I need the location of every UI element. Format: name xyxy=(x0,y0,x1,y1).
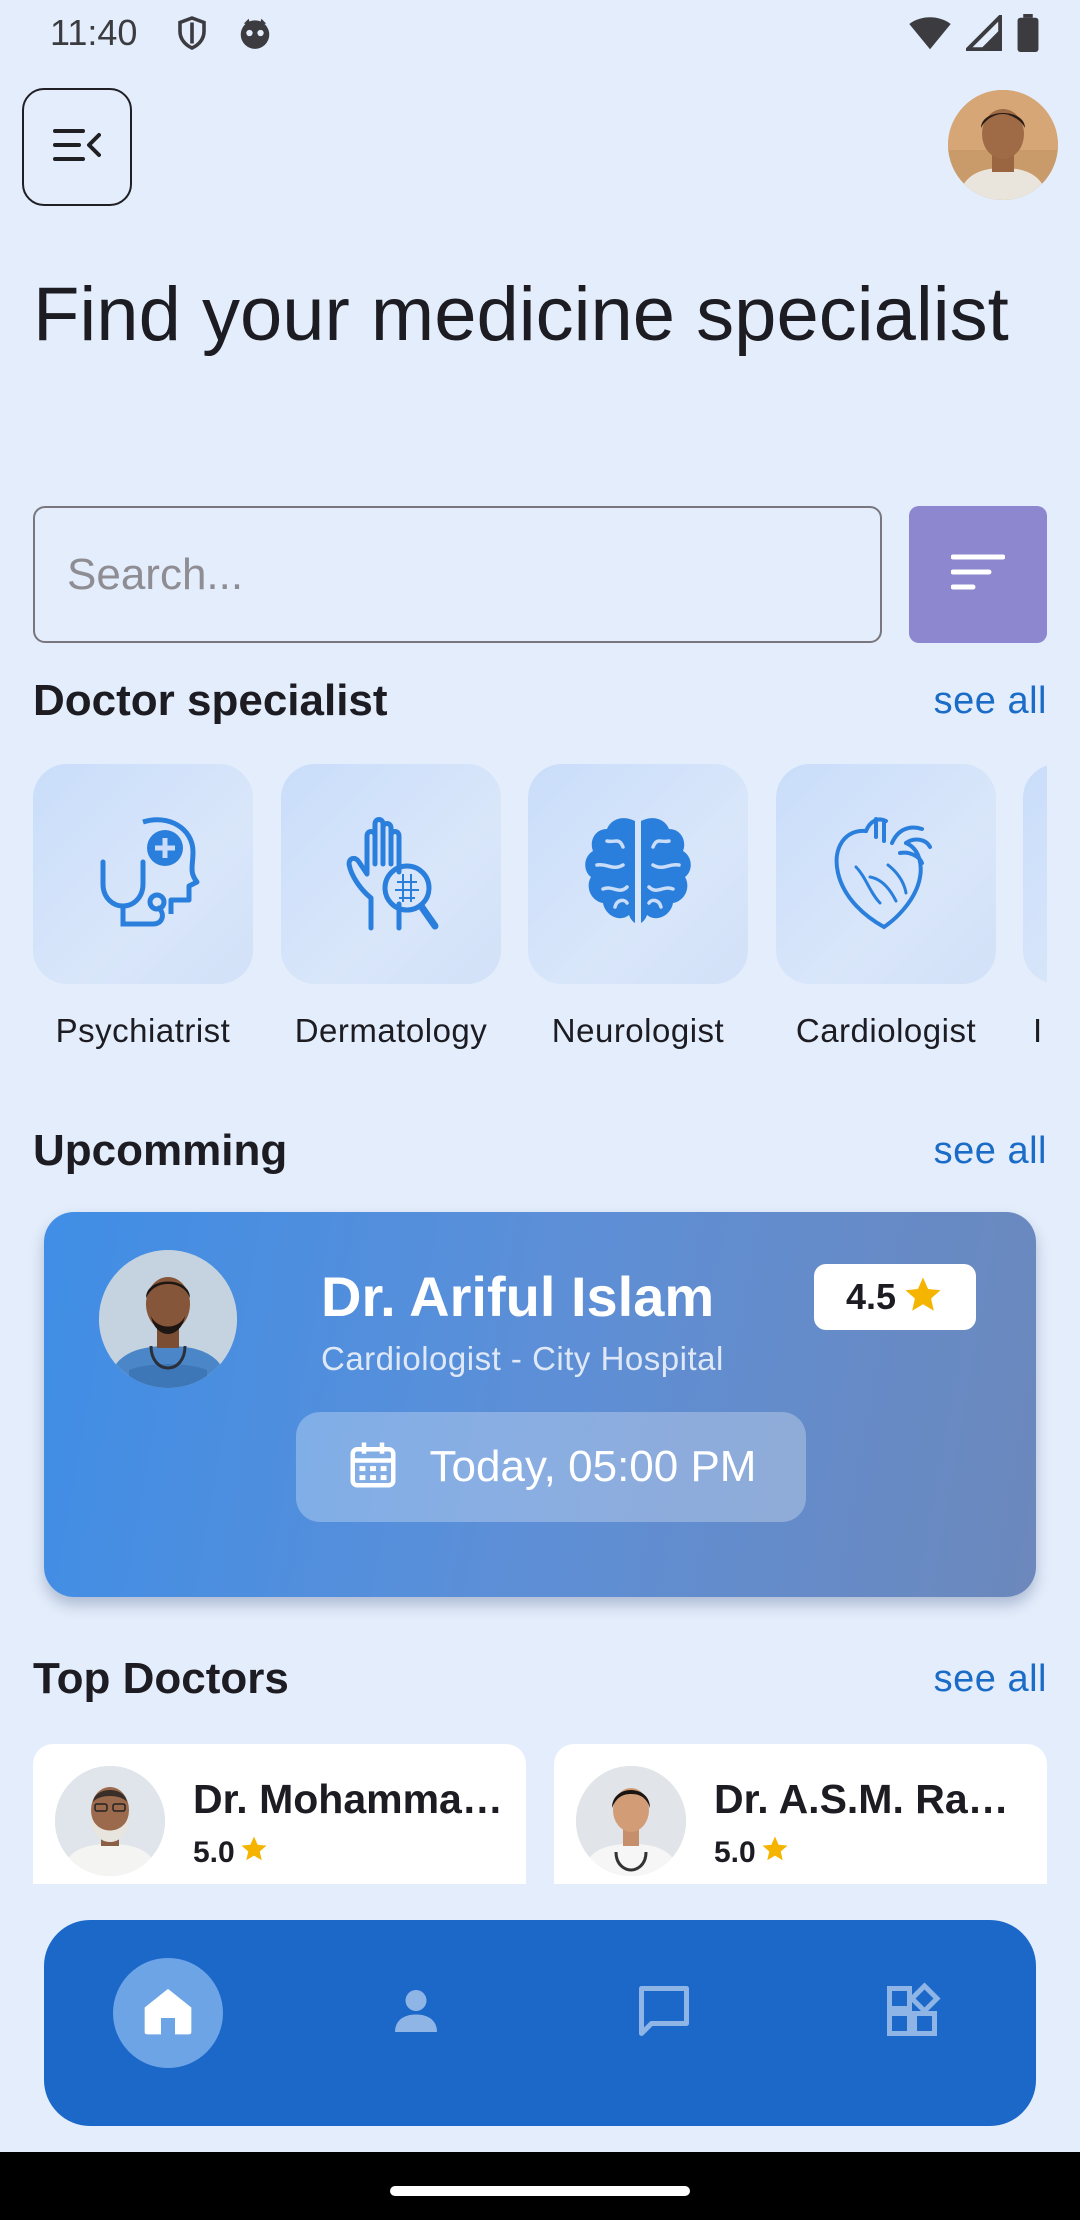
upcoming-section-title: Upcomming xyxy=(33,1126,288,1175)
home-screen: 11:40 Find your medicine specialist Sear… xyxy=(0,0,1080,2220)
specialist-item-partial[interactable]: I xyxy=(1023,764,1047,1050)
chat-icon xyxy=(634,1981,694,2046)
shield-icon xyxy=(174,14,210,57)
specialist-tile xyxy=(528,764,748,984)
rating-value: 5.0 xyxy=(714,1836,756,1869)
rating-value: 5.0 xyxy=(193,1836,235,1869)
status-time: 11:40 xyxy=(50,12,138,53)
specialist-label: Neurologist xyxy=(551,1012,725,1049)
page-title: Find your medicine specialist xyxy=(33,272,1009,357)
nav-chat[interactable] xyxy=(609,1958,719,2068)
star-icon xyxy=(902,1274,944,1321)
specialist-item-psychiatrist[interactable]: Psychiatrist xyxy=(33,764,253,1050)
specialist-item-neurologist[interactable]: Neurologist xyxy=(528,764,748,1050)
star-icon xyxy=(760,1834,790,1872)
heart-icon xyxy=(826,807,946,942)
appointment-time-chip: Today, 05:00 PM xyxy=(296,1412,806,1522)
specialist-item-dermatology[interactable]: Dermatology xyxy=(281,764,501,1050)
filter-button[interactable] xyxy=(909,506,1047,643)
status-right-icons xyxy=(908,12,1040,57)
upcoming-appointment-card[interactable]: Dr. Ariful Islam Cardiologist - City Hos… xyxy=(44,1212,1036,1597)
dashboard-icon xyxy=(882,1981,942,2046)
psychiatry-icon xyxy=(73,802,213,947)
doctor-rating: 5.0 xyxy=(193,1834,269,1872)
specialist-tile xyxy=(776,764,996,984)
app-notification-icon xyxy=(236,14,274,57)
search-input[interactable] xyxy=(33,506,882,643)
specialist-tile xyxy=(281,764,501,984)
specialist-label: I xyxy=(1033,1012,1043,1049)
top-doctors-section-title: Top Doctors xyxy=(33,1654,289,1703)
doctor-rating: 5.0 xyxy=(714,1834,790,1872)
nav-home[interactable] xyxy=(113,1958,223,2068)
star-icon xyxy=(239,1834,269,1872)
doctor-avatar xyxy=(55,1766,165,1876)
top-doctors-see-all-link[interactable]: see all xyxy=(934,1658,1047,1701)
home-gesture-bar[interactable] xyxy=(390,2186,690,2196)
status-bar: 11:40 xyxy=(0,0,1080,66)
doctor-name: Dr. Ariful Islam xyxy=(321,1265,715,1328)
specialist-label: Psychiatrist xyxy=(55,1012,231,1049)
specialist-tile xyxy=(33,764,253,984)
bottom-navigation xyxy=(44,1920,1036,2126)
profile-icon xyxy=(388,1983,444,2044)
dermatology-icon xyxy=(321,802,461,947)
upcoming-see-all-link[interactable]: see all xyxy=(934,1130,1047,1173)
doctor-specialty: Cardiologist - City Hospital xyxy=(321,1340,724,1377)
doctor-name: Dr. Mohammad Rahman xyxy=(193,1776,508,1822)
signal-icon xyxy=(963,12,1003,56)
appointment-time: Today, 05:00 PM xyxy=(429,1442,757,1491)
specialist-label: Dermatology xyxy=(294,1012,488,1049)
brain-icon xyxy=(573,807,703,942)
specialist-section-title: Doctor specialist xyxy=(33,676,388,725)
menu-collapse-icon xyxy=(53,127,101,168)
doctor-name: Dr. A.S.M. Rashid xyxy=(714,1776,1029,1822)
wifi-icon xyxy=(908,15,952,56)
top-doctor-card[interactable]: Dr. Mohammad Rahman 5.0 xyxy=(33,1744,526,1884)
home-icon xyxy=(140,1983,196,2044)
specialist-item-cardiologist[interactable]: Cardiologist xyxy=(776,764,996,1050)
user-avatar[interactable] xyxy=(948,90,1058,200)
specialist-see-all-link[interactable]: see all xyxy=(934,680,1047,723)
calendar-icon xyxy=(346,1437,400,1498)
rating-badge: 4.5 xyxy=(814,1264,976,1330)
specialist-list: Psychiatrist Dermatology Neurologist Car… xyxy=(33,764,1047,1064)
specialist-tile xyxy=(1023,764,1047,984)
rating-value: 4.5 xyxy=(845,1276,897,1317)
menu-button[interactable] xyxy=(22,88,132,206)
top-doctor-card[interactable]: Dr. A.S.M. Rashid 5.0 xyxy=(554,1744,1047,1884)
nav-profile[interactable] xyxy=(361,1958,471,2068)
specialist-label: Cardiologist xyxy=(795,1012,977,1049)
filter-icon xyxy=(950,553,1006,596)
doctor-avatar xyxy=(576,1766,686,1876)
battery-icon xyxy=(1016,14,1040,57)
doctor-avatar xyxy=(99,1250,237,1388)
nav-dashboard[interactable] xyxy=(857,1958,967,2068)
